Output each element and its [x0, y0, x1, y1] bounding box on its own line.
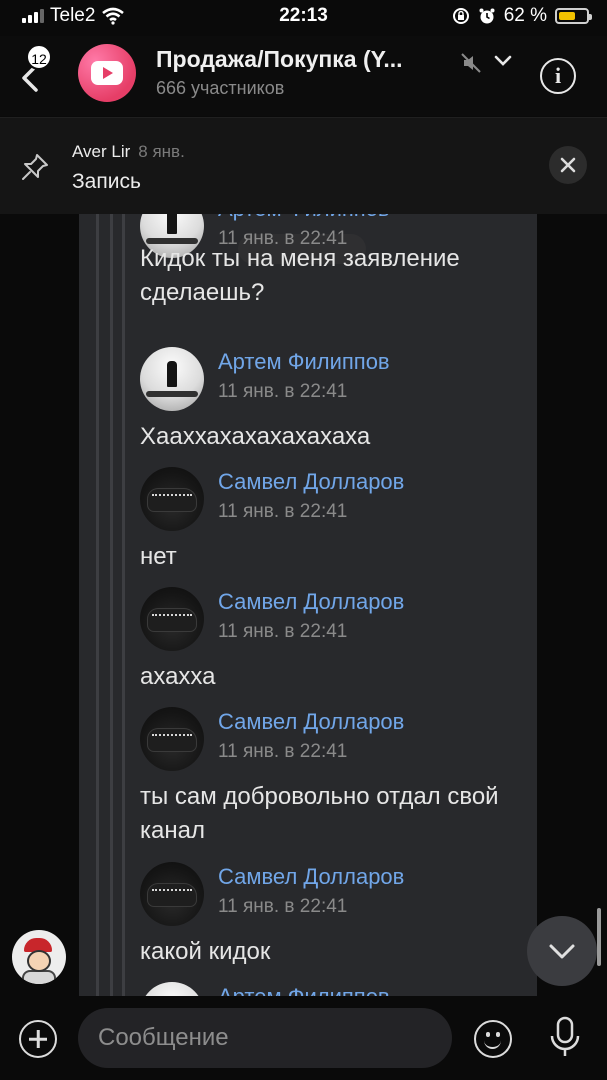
- pin-icon: [22, 154, 48, 180]
- battery-fill: [559, 12, 576, 20]
- message-author[interactable]: Артем Филиппов: [218, 214, 390, 222]
- thread-line: [96, 214, 99, 996]
- message-author[interactable]: Самвел Долларов: [218, 709, 404, 735]
- pinned-text: Запись: [72, 170, 141, 193]
- car-avatar[interactable]: [140, 707, 204, 771]
- message-time: 11 янв. в 22:41: [218, 741, 348, 762]
- battery-percent: 62 %: [503, 5, 547, 26]
- chevron-down-icon: [549, 944, 575, 959]
- info-button[interactable]: i: [540, 58, 576, 94]
- car-avatar[interactable]: [140, 587, 204, 651]
- member-count: 666 участников: [156, 78, 285, 98]
- attach-button[interactable]: [19, 1020, 57, 1058]
- message-author[interactable]: Самвел Долларов: [218, 864, 404, 890]
- message-author[interactable]: Самвел Долларов: [218, 469, 404, 495]
- alarm-icon: [479, 8, 495, 24]
- pinned-date: 8 янв.: [138, 142, 185, 161]
- chat-header: 12 Продажа/Покупка (Y... 666 участников …: [0, 36, 607, 116]
- battery-icon: [555, 8, 592, 24]
- message-text: ты сам добровольно отдал свой канал: [140, 783, 499, 844]
- chevron-down-icon[interactable]: [494, 54, 512, 68]
- message-input[interactable]: [78, 1008, 452, 1068]
- message-list[interactable]: Артем Филиппов 11 янв. в 22:41 Кидок ты …: [0, 214, 607, 996]
- pinned-author: Aver Lir: [72, 142, 131, 161]
- unread-badge: 12: [26, 44, 52, 70]
- chat-title[interactable]: Продажа/Покупка (Y...: [156, 46, 403, 73]
- microphone-icon[interactable]: [548, 1016, 582, 1060]
- message-time: 11 янв. в 22:41: [218, 896, 348, 917]
- message-author[interactable]: Артем Филиппов: [218, 349, 390, 375]
- message-text: Кидок ты на меня заявление сделаешь?: [140, 245, 460, 306]
- status-bar: Tele2 22:13 62 %: [0, 0, 607, 36]
- scroll-down-button[interactable]: [527, 916, 597, 986]
- youtube-icon: [91, 61, 123, 85]
- thread-line: [122, 214, 125, 996]
- message-time: 11 янв. в 22:41: [218, 381, 348, 402]
- person-avatar[interactable]: [140, 347, 204, 411]
- message-time: 11 янв. в 22:41: [218, 501, 348, 522]
- close-icon: [560, 157, 576, 173]
- sender-avatar[interactable]: [12, 930, 66, 984]
- close-pinned-button[interactable]: [549, 146, 587, 184]
- rotation-lock-icon: [452, 8, 469, 24]
- emoji-button[interactable]: [474, 1020, 512, 1058]
- message-text: ахахха: [140, 663, 216, 690]
- message-time: 11 янв. в 22:41: [218, 621, 348, 642]
- message-author[interactable]: Самвел Долларов: [218, 589, 404, 615]
- car-avatar[interactable]: [140, 862, 204, 926]
- scrollbar[interactable]: [597, 908, 601, 966]
- mute-icon: [461, 53, 481, 73]
- message-text: какой кидок: [140, 938, 271, 965]
- chat-avatar[interactable]: [78, 44, 136, 102]
- message-text: Хааххахахахахахаха: [140, 423, 371, 450]
- message-author[interactable]: Артем Филиппов: [218, 984, 390, 996]
- thread-line: [110, 214, 113, 996]
- composer: [0, 996, 607, 1080]
- pinned-message[interactable]: Aver Lir 8 янв. Запись: [0, 117, 607, 215]
- message-text: нет: [140, 543, 177, 570]
- car-avatar[interactable]: [140, 467, 204, 531]
